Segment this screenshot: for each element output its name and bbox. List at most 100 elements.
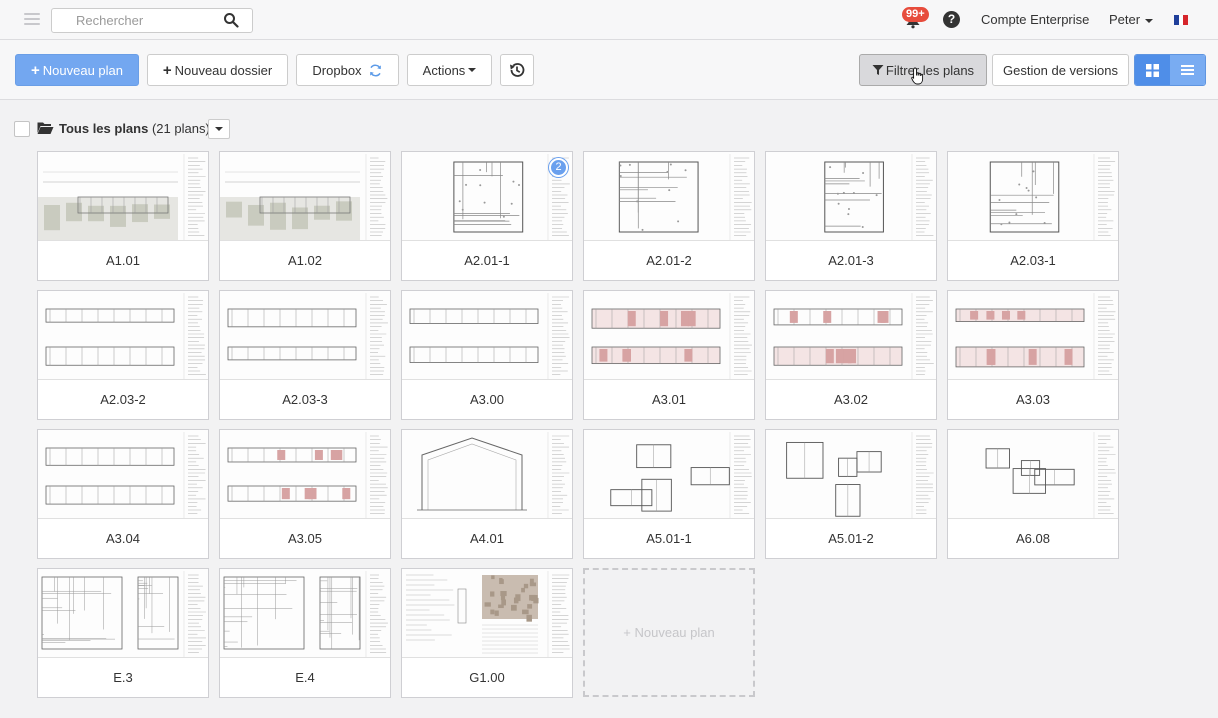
list-view-button[interactable] xyxy=(1170,55,1205,85)
plan-card[interactable]: A2.03-2 xyxy=(37,290,209,420)
plan-card[interactable]: 2 A2.01-1 xyxy=(401,151,573,281)
plan-label: A3.01 xyxy=(652,392,686,407)
actions-dropdown[interactable]: Actions xyxy=(407,54,492,86)
new-plan-card-label: + Nouveau plan xyxy=(623,625,715,640)
plan-card[interactable]: A5.01-1 xyxy=(583,429,755,559)
plan-thumbnail[interactable] xyxy=(584,291,754,380)
plan-thumbnail-drawing xyxy=(824,154,934,240)
select-all-checkbox[interactable] xyxy=(14,121,30,137)
plan-thumbnail[interactable] xyxy=(220,569,390,658)
plus-icon: + xyxy=(31,61,40,79)
plan-thumbnail[interactable] xyxy=(584,430,754,519)
dropbox-button[interactable]: Dropbox xyxy=(296,54,399,86)
help-icon[interactable]: ? xyxy=(943,11,960,28)
plan-label: A5.01-2 xyxy=(828,531,874,546)
plan-card[interactable]: A3.01 xyxy=(583,290,755,420)
plan-thumbnail[interactable] xyxy=(220,291,390,380)
language-flag-icon[interactable] xyxy=(1174,15,1189,25)
plan-thumbnail-drawing xyxy=(406,571,570,657)
plan-thumbnail[interactable] xyxy=(584,152,754,241)
plan-card[interactable]: A6.08 xyxy=(947,429,1119,559)
chevron-down-icon xyxy=(215,127,223,131)
plan-thumbnail[interactable] xyxy=(766,430,936,519)
plan-thumbnail[interactable] xyxy=(766,291,936,380)
folder-count: (21 plans) xyxy=(151,121,210,136)
plan-card[interactable]: A2.03-1 xyxy=(947,151,1119,281)
plan-label: A2.01-1 xyxy=(464,253,510,268)
plan-label: A4.01 xyxy=(470,531,504,546)
plan-thumbnail[interactable] xyxy=(220,430,390,519)
plan-card[interactable]: A2.01-2 xyxy=(583,151,755,281)
new-plan-button[interactable]: + Nouveau plan xyxy=(15,54,139,86)
plan-card[interactable]: A3.04 xyxy=(37,429,209,559)
plan-thumbnail[interactable] xyxy=(948,430,1118,519)
folder-title: Tous les plans (21 plans) xyxy=(59,121,210,136)
plan-thumbnail[interactable] xyxy=(220,152,390,241)
plan-card[interactable]: A3.03 xyxy=(947,290,1119,420)
folder-name: Tous les plans xyxy=(59,121,149,136)
plan-thumbnail-drawing xyxy=(409,293,570,379)
plan-card[interactable]: A2.01-3 xyxy=(765,151,937,281)
plan-thumbnail[interactable] xyxy=(38,430,208,519)
plan-label: A3.00 xyxy=(470,392,504,407)
account-link[interactable]: Compte Enterprise xyxy=(981,12,1089,27)
plan-label: E.3 xyxy=(113,670,133,685)
pointer-hand-icon xyxy=(911,67,924,85)
toolbar: + Nouveau plan + Nouveau dossier Dropbox A… xyxy=(0,40,1218,100)
user-menu[interactable]: Peter xyxy=(1109,12,1154,27)
grid-view-button[interactable] xyxy=(1135,55,1170,85)
dropbox-label: Dropbox xyxy=(312,62,362,78)
plan-thumbnail-drawing xyxy=(618,154,752,240)
plan-card[interactable]: A3.02 xyxy=(765,290,937,420)
plus-icon: + xyxy=(162,61,172,79)
plan-card[interactable]: A1.02 xyxy=(219,151,391,281)
plan-thumbnail-drawing xyxy=(38,154,206,240)
plan-card[interactable]: A1.01 xyxy=(37,151,209,281)
plan-thumbnail[interactable] xyxy=(402,291,572,380)
filter-label: Filtrer les plans xyxy=(885,62,975,78)
plan-card[interactable]: A5.01-2 xyxy=(765,429,937,559)
chevron-down-icon xyxy=(1145,18,1154,23)
plan-card[interactable]: A3.05 xyxy=(219,429,391,559)
new-folder-button[interactable]: + Nouveau dossier xyxy=(147,54,288,86)
plan-card[interactable]: A4.01 xyxy=(401,429,573,559)
plan-label: A2.01-3 xyxy=(828,253,874,268)
plan-thumbnail[interactable] xyxy=(402,569,572,658)
plan-thumbnail-drawing xyxy=(955,293,1116,379)
plan-card[interactable]: A2.03-3 xyxy=(219,290,391,420)
history-button[interactable] xyxy=(500,54,534,86)
plan-card[interactable]: E.3 xyxy=(37,568,209,698)
folder-dropdown[interactable] xyxy=(208,119,230,139)
plan-thumbnail-drawing xyxy=(45,293,206,379)
plan-thumbnail-drawing xyxy=(610,432,752,518)
new-plan-card[interactable]: + Nouveau plan xyxy=(583,568,755,697)
version-management-button[interactable]: Gestion de versions xyxy=(992,54,1129,86)
plan-thumbnail-drawing xyxy=(989,154,1116,240)
plan-thumbnail[interactable] xyxy=(766,152,936,241)
search-icon[interactable] xyxy=(223,12,239,28)
grid-icon xyxy=(1146,63,1159,77)
plan-thumbnail[interactable] xyxy=(38,291,208,380)
plan-thumbnail[interactable] xyxy=(402,430,572,519)
plan-thumbnail-drawing xyxy=(227,432,388,518)
plan-card[interactable]: E.4 xyxy=(219,568,391,698)
notifications-badge[interactable]: 99+ xyxy=(902,7,929,22)
menu-icon[interactable] xyxy=(24,13,40,25)
plan-card[interactable]: G1.00 xyxy=(401,568,573,698)
plan-thumbnail[interactable] xyxy=(948,291,1118,380)
plan-thumbnail-drawing xyxy=(985,432,1116,518)
plan-thumbnail-drawing xyxy=(223,571,388,657)
list-icon xyxy=(1181,65,1194,75)
plan-label: A5.01-1 xyxy=(646,531,692,546)
plan-thumbnail[interactable] xyxy=(948,152,1118,241)
plan-label: A2.03-2 xyxy=(100,392,146,407)
plan-thumbnail[interactable] xyxy=(402,152,572,241)
plan-thumbnail[interactable] xyxy=(38,569,208,658)
plan-thumbnail-drawing xyxy=(227,293,388,379)
plan-label: A3.03 xyxy=(1016,392,1050,407)
plan-thumbnail[interactable] xyxy=(38,152,208,241)
plan-label: A1.01 xyxy=(106,253,140,268)
plan-label: A1.02 xyxy=(288,253,322,268)
plan-card[interactable]: A3.00 xyxy=(401,290,573,420)
plan-thumbnail-drawing xyxy=(591,293,752,379)
